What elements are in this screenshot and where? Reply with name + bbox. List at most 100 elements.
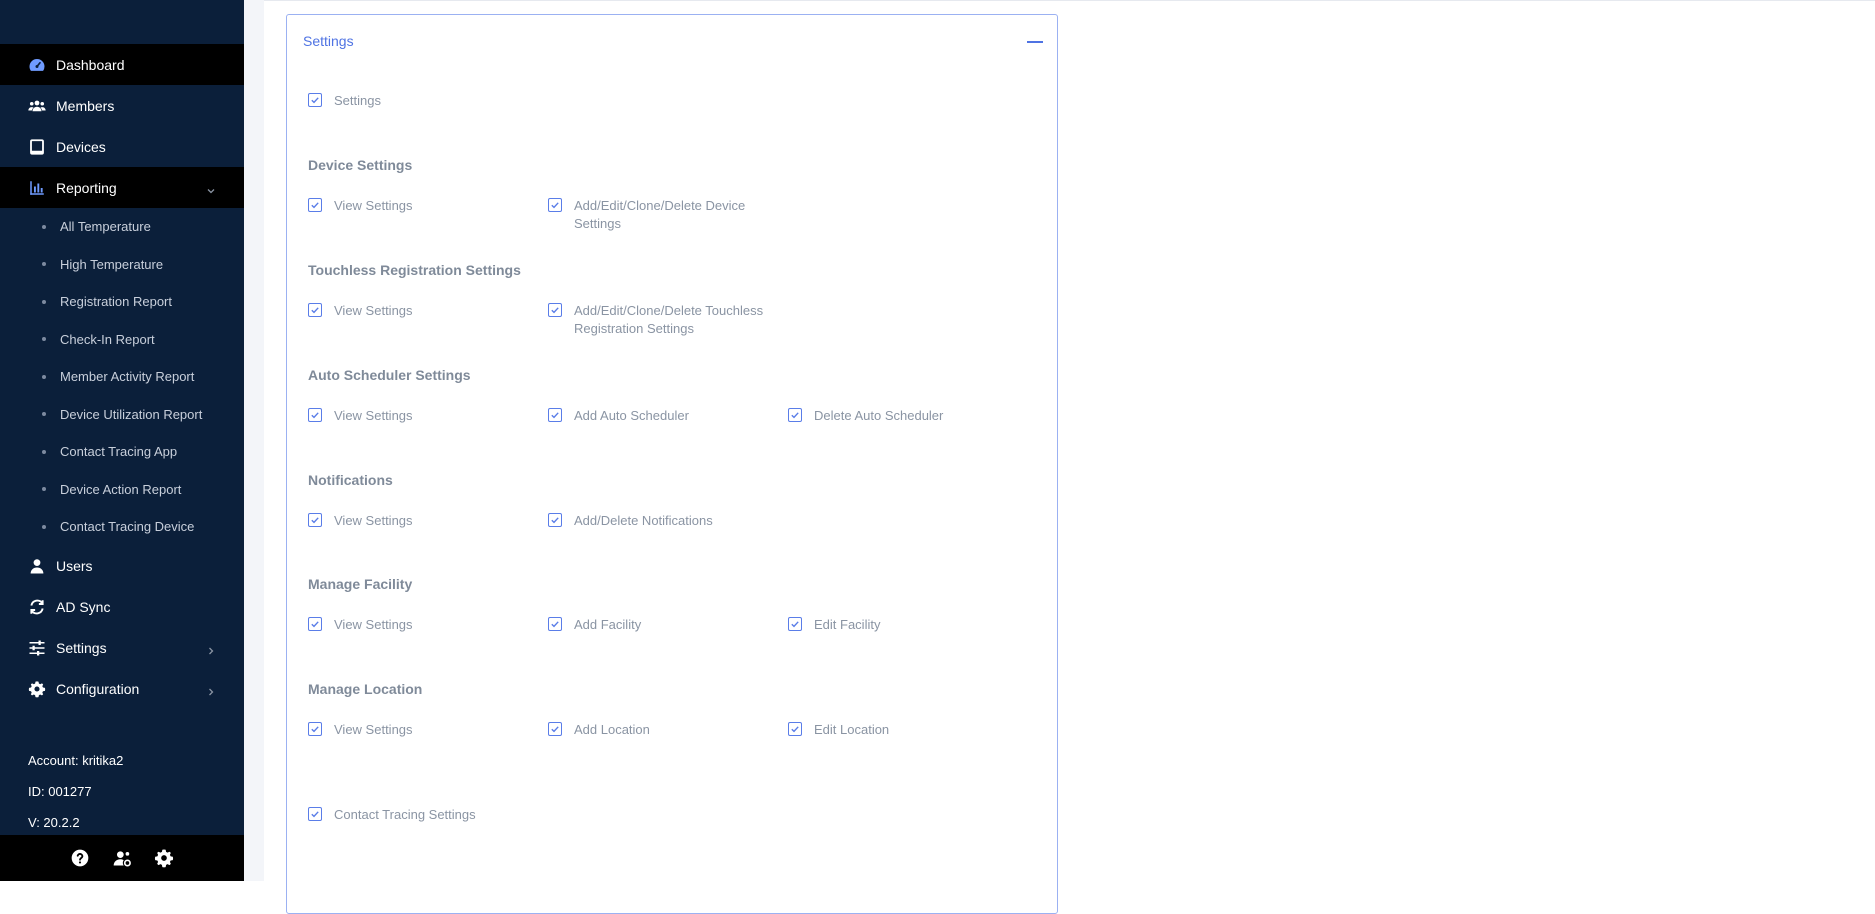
bullet-dot (42, 524, 46, 529)
checkbox-checked-icon (548, 513, 562, 527)
sidebar-item-devices[interactable]: Devices (0, 126, 244, 167)
checkbox-touchless-add-edit-clone-delete[interactable]: Add/Edit/Clone/Delete Touchless Registra… (548, 302, 778, 338)
checkbox-scheduler-view-settings[interactable]: View Settings (308, 407, 413, 425)
section-title-auto-scheduler: Auto Scheduler Settings (308, 367, 471, 383)
sidebar-item-dashboard[interactable]: Dashboard (0, 44, 244, 85)
checkbox-checked-icon (548, 408, 562, 422)
submenu-label: High Temperature (60, 256, 164, 272)
account-name: Account: kritika2 (28, 753, 124, 768)
bullet-dot (42, 224, 46, 229)
submenu-item-device-action-report[interactable]: Device Action Report (0, 471, 244, 509)
checkbox-device-add-edit-clone-delete[interactable]: Add/Edit/Clone/Delete Device Settings (548, 197, 778, 233)
checkbox-checked-icon (788, 408, 802, 422)
checkbox-facility-view-settings[interactable]: View Settings (308, 616, 413, 634)
submenu-label: Contact Tracing Device (60, 519, 195, 535)
sidebar-item-configuration[interactable]: Configuration (0, 669, 244, 710)
submenu-item-all-temperature[interactable]: All Temperature (0, 208, 244, 246)
sync-icon (28, 598, 46, 616)
account-id: ID: 001277 (28, 784, 92, 799)
checkbox-checked-icon (308, 722, 322, 736)
members-icon (28, 97, 46, 115)
checkbox-checked-icon (308, 198, 322, 212)
gear-icon (28, 680, 46, 698)
submenu-label: Member Activity Report (60, 369, 195, 385)
top-divider (264, 0, 1875, 1)
checkbox-label: Add Auto Scheduler (574, 408, 689, 423)
bullet-dot (42, 487, 46, 492)
checkbox-label: Delete Auto Scheduler (814, 408, 944, 423)
submenu-label: Registration Report (60, 294, 172, 310)
checkbox-label: Add Location (574, 722, 650, 737)
checkbox-add-location[interactable]: Add Location (548, 721, 650, 739)
chevron-right-icon (206, 643, 216, 655)
bullet-dot (42, 449, 46, 454)
checkbox-label: View Settings (334, 722, 413, 737)
sidebar-item-reporting[interactable]: Reporting (0, 167, 244, 208)
section-title-notifications: Notifications (308, 472, 393, 488)
checkbox-checked-icon (308, 807, 322, 821)
collapse-minus-icon[interactable] (1027, 41, 1043, 43)
sidebar-item-label: Settings (56, 640, 107, 656)
sidebar: Dashboard Members Devices Reporting All (0, 0, 244, 881)
checkbox-checked-icon (548, 198, 562, 212)
dashboard-icon (28, 56, 46, 74)
checkbox-contact-tracing-settings[interactable]: Contact Tracing Settings (308, 806, 476, 824)
submenu-item-device-utilization-report[interactable]: Device Utilization Report (0, 396, 244, 434)
submenu-item-registration-report[interactable]: Registration Report (0, 283, 244, 321)
section-title-manage-location: Manage Location (308, 681, 423, 697)
help-icon[interactable] (70, 848, 90, 868)
sidebar-item-ad-sync[interactable]: AD Sync (0, 587, 244, 628)
section-title-touchless-registration: Touchless Registration Settings (308, 262, 521, 278)
checkbox-edit-facility[interactable]: Edit Facility (788, 616, 880, 634)
account-info: Account: kritika2 ID: 001277 V: 20.2.2 (28, 745, 123, 838)
sidebar-item-members[interactable]: Members (0, 85, 244, 126)
submenu-label: Device Action Report (60, 481, 182, 497)
content-gutter (244, 0, 264, 881)
main-content: Settings Settings Device Settings View S… (244, 0, 1875, 914)
checkbox-label: Settings (334, 93, 381, 108)
panel-title: Settings (303, 33, 354, 49)
checkbox-device-view-settings[interactable]: View Settings (308, 197, 413, 215)
submenu-item-high-temperature[interactable]: High Temperature (0, 246, 244, 284)
user-settings-icon[interactable] (112, 848, 132, 868)
checkbox-edit-location[interactable]: Edit Location (788, 721, 889, 739)
checkbox-checked-icon (308, 617, 322, 631)
sliders-icon (28, 639, 46, 657)
checkbox-delete-auto-scheduler[interactable]: Delete Auto Scheduler (788, 407, 943, 425)
checkbox-label: View Settings (334, 303, 413, 318)
checkbox-touchless-view-settings[interactable]: View Settings (308, 302, 413, 320)
sidebar-item-users[interactable]: Users (0, 546, 244, 587)
checkbox-add-delete-notifications[interactable]: Add/Delete Notifications (548, 512, 713, 530)
reporting-icon (28, 179, 46, 197)
checkbox-settings[interactable]: Settings (308, 92, 381, 110)
checkbox-add-facility[interactable]: Add Facility (548, 616, 641, 634)
sidebar-item-label: Users (56, 558, 93, 574)
section-title-manage-facility: Manage Facility (308, 576, 413, 592)
submenu-item-contact-tracing-device[interactable]: Contact Tracing Device (0, 508, 244, 546)
checkbox-add-auto-scheduler[interactable]: Add Auto Scheduler (548, 407, 689, 425)
sidebar-item-label: Reporting (56, 179, 117, 196)
submenu-item-contact-tracing-app[interactable]: Contact Tracing App (0, 433, 244, 471)
checkbox-label: View Settings (334, 408, 413, 423)
chevron-right-icon (206, 684, 216, 696)
checkbox-notifications-view-settings[interactable]: View Settings (308, 512, 413, 530)
sidebar-item-label: Members (56, 97, 115, 114)
checkbox-label: Add/Edit/Clone/Delete Touchless Registra… (574, 303, 764, 336)
sidebar-item-label: Dashboard (56, 56, 125, 73)
checkbox-location-view-settings[interactable]: View Settings (308, 721, 413, 739)
checkbox-checked-icon (788, 617, 802, 631)
submenu-item-check-in-report[interactable]: Check-In Report (0, 321, 244, 359)
settings-permissions-panel: Settings Settings Device Settings View S… (286, 14, 1058, 914)
checkbox-checked-icon (308, 93, 322, 107)
reporting-submenu: All Temperature High Temperature Registr… (0, 208, 244, 546)
submenu-label: Device Utilization Report (60, 406, 203, 422)
gear-icon[interactable] (154, 848, 174, 868)
checkbox-label: Contact Tracing Settings (334, 807, 476, 822)
sidebar-item-settings[interactable]: Settings (0, 628, 244, 669)
checkbox-label: Edit Facility (814, 617, 881, 632)
bullet-dot (42, 412, 46, 417)
submenu-item-member-activity-report[interactable]: Member Activity Report (0, 358, 244, 396)
submenu-label: Contact Tracing App (60, 444, 178, 460)
user-icon (28, 557, 46, 575)
checkbox-checked-icon (308, 513, 322, 527)
